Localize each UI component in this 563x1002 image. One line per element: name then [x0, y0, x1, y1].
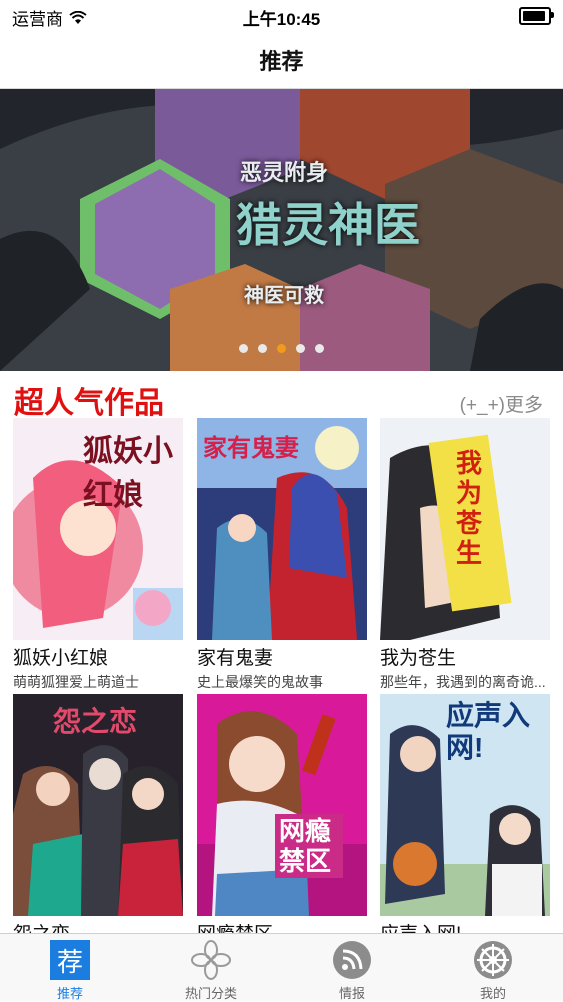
tab-bar: 荐 推荐 热门分类 情报 我的: [0, 933, 563, 1001]
comic-cover[interactable]: 狐妖小红娘: [13, 418, 183, 640]
section-header: 超人气作品 (+_+)更多: [0, 378, 563, 420]
tab-hot-categories[interactable]: 热门分类: [141, 934, 281, 1001]
banner-carousel[interactable]: 恶灵附身 猎灵神医 神医可救: [0, 89, 563, 371]
comic-card[interactable]: 应声入网! 应声入网!: [380, 694, 550, 946]
page-dot[interactable]: [258, 344, 267, 353]
comic-cover[interactable]: 家有鬼妻: [197, 418, 367, 640]
comic-card[interactable]: 家有鬼妻 家有鬼妻 史上最爆笑的鬼故事: [197, 418, 367, 692]
comic-cover[interactable]: 怨之恋: [13, 694, 183, 916]
recommend-icon: 荐: [50, 940, 90, 980]
tab-mine[interactable]: 我的: [423, 934, 563, 1001]
page-dot[interactable]: [296, 344, 305, 353]
more-link[interactable]: (+_+)更多: [460, 390, 543, 417]
page-dot[interactable]: [315, 344, 324, 353]
comic-description: 史上最爆笑的鬼故事: [197, 674, 323, 690]
rss-icon: [333, 941, 371, 979]
wheel-icon: [474, 941, 512, 979]
comic-card[interactable]: 怨之恋 怨之恋: [13, 694, 183, 946]
comic-cover-title: 应声入网!: [446, 700, 531, 763]
comic-title: 家有鬼妻: [197, 648, 274, 669]
section-title: 超人气作品: [14, 387, 164, 420]
recommend-glyph: 荐: [56, 946, 83, 977]
tab-news[interactable]: 情报: [282, 934, 422, 1001]
status-time: 上午10:45: [242, 10, 321, 29]
tab-label: 热门分类: [184, 986, 237, 1001]
banner-caption-main: 猎灵神医: [236, 199, 420, 251]
comic-description: 那些年，我遇到的离奇诡...: [380, 674, 546, 690]
page-dot[interactable]: [239, 344, 248, 353]
comic-title: 狐妖小红娘: [13, 648, 109, 669]
comic-cover-title: 家有鬼妻: [203, 435, 299, 462]
comic-description: 萌萌狐狸爱上萌道士: [13, 674, 139, 690]
status-bar: 运营商 上午10:45: [0, 0, 563, 30]
comic-card[interactable]: 狐妖小红娘 狐妖小红娘 萌萌狐狸爱上萌道士: [13, 418, 183, 692]
banner-caption-top: 恶灵附身: [240, 160, 329, 185]
comic-cover[interactable]: 应声入网!: [380, 694, 550, 916]
comic-cover[interactable]: 我为苍生: [380, 418, 550, 640]
comic-cover-title: 怨之恋: [53, 706, 138, 737]
comic-cover-title: 我为苍生: [456, 448, 483, 568]
page-dot[interactable]: [277, 344, 286, 353]
page-indicator[interactable]: [0, 344, 563, 353]
banner-caption-bottom: 神医可救: [244, 285, 324, 307]
comic-title: 我为苍生: [380, 648, 457, 669]
clover-icon: [191, 940, 231, 980]
battery-icon: [519, 7, 554, 25]
comic-cover-title: 网瘾禁区: [275, 814, 343, 878]
navigation-bar: 推荐: [0, 30, 563, 89]
comic-cover[interactable]: 网瘾禁区: [197, 694, 367, 916]
page-title: 推荐: [259, 49, 304, 74]
tab-recommend[interactable]: 荐 推荐: [0, 934, 140, 1001]
tab-label: 推荐: [56, 986, 83, 1001]
comic-card[interactable]: 网瘾禁区 网瘾禁区: [197, 694, 367, 946]
tab-label: 我的: [479, 986, 506, 1001]
tab-label: 情报: [338, 986, 365, 1001]
comic-cover-title: 狐妖小红娘: [83, 435, 173, 512]
comic-card[interactable]: 我为苍生 我为苍生 那些年，我遇到的离奇诡...: [380, 418, 550, 692]
